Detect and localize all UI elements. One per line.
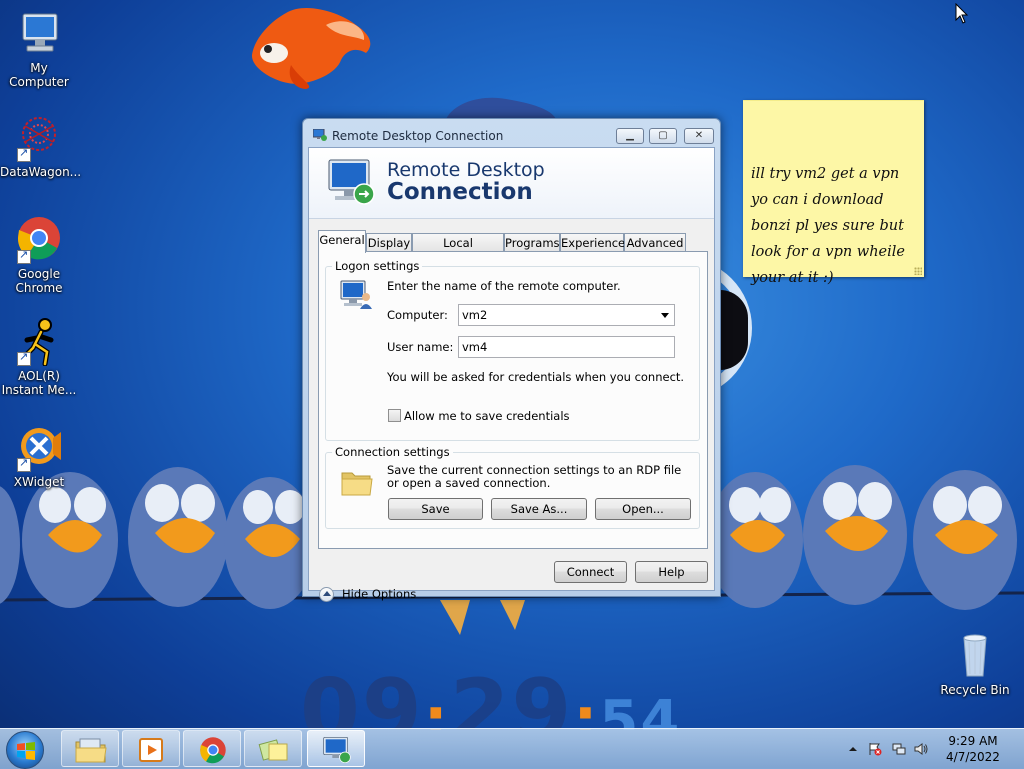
connection-settings-legend: Connection settings (332, 445, 453, 459)
desktop-icon-label: Google Chrome (15, 267, 63, 295)
desktop-icon-label: DataWagon... (0, 165, 82, 179)
show-hidden-icons-arrow-icon[interactable] (846, 742, 860, 756)
rdc-banner: Remote Desktop Connection (309, 148, 714, 219)
taskbar-windows-explorer[interactable] (61, 730, 119, 767)
tab-local-resources[interactable]: Local Resources (412, 233, 504, 268)
minimize-button[interactable]: ▁ (616, 128, 644, 144)
clock-date[interactable]: 4/7/2022 (928, 749, 1018, 765)
desktop-icon-datawagon[interactable]: DataWagon... (0, 114, 82, 179)
remote-desktop-icon (323, 737, 351, 763)
banner-title-line1: Remote Desktop (387, 159, 545, 181)
volume-icon[interactable] (914, 742, 928, 756)
chevron-down-icon[interactable] (661, 313, 669, 318)
shortcut-arrow-icon (17, 248, 31, 264)
save-button[interactable]: Save (388, 498, 483, 520)
desktop-icon-recycle-bin[interactable]: Recycle Bin (936, 632, 1014, 697)
bird-head-decoration (446, 97, 556, 119)
remote-desktop-logo-icon (328, 159, 375, 205)
open-button[interactable]: Open... (595, 498, 691, 520)
collapse-arrow-icon[interactable] (319, 587, 334, 602)
tab-display[interactable]: Display (366, 233, 412, 252)
save-credentials-label[interactable]: Allow me to save credentials (404, 409, 570, 423)
connection-settings-group: Connection settings Save the current con… (325, 445, 700, 529)
wallpaper-clock-colon: : (573, 685, 600, 730)
folder-library-icon (75, 738, 107, 763)
maximize-button[interactable]: ▢ (649, 128, 677, 144)
desktop-icon-google-chrome[interactable]: Google Chrome (0, 216, 78, 295)
action-center-flag-icon[interactable] (868, 742, 882, 756)
credentials-note: You will be asked for credentials when y… (387, 370, 685, 384)
taskbar: 9:29 AM 4/7/2022 (0, 728, 1024, 769)
sticky-notes-icon (258, 739, 288, 761)
taskbar-google-chrome[interactable] (183, 730, 241, 767)
resize-grip-icon[interactable] (914, 267, 922, 275)
help-button[interactable]: Help (635, 561, 708, 583)
shortcut-arrow-icon (17, 350, 31, 366)
computer-instruction: Enter the name of the remote computer. (387, 279, 621, 293)
computer-user-icon (340, 280, 372, 309)
computer-value[interactable]: vm2 (462, 308, 487, 322)
close-button[interactable]: ✕ (684, 128, 714, 144)
connection-description: Save the current connection settings to … (387, 463, 682, 490)
media-player-icon (139, 738, 163, 762)
goldfish-decoration (251, 8, 371, 89)
save-credentials-checkbox[interactable] (388, 409, 401, 422)
mouse-pointer-icon (955, 3, 969, 24)
xwidget-icon (15, 424, 63, 472)
tab-advanced[interactable]: Advanced (624, 233, 686, 252)
aim-running-man-icon (15, 318, 63, 367)
shortcut-arrow-icon (17, 456, 31, 472)
tab-general[interactable]: General (318, 230, 366, 253)
tab-experience[interactable]: Experience (560, 233, 625, 252)
logon-settings-legend: Logon settings (332, 259, 423, 273)
hide-options-label[interactable]: Hide Options (342, 587, 416, 601)
sticky-note-text[interactable]: ill try vm2 get a vpn yo can i download … (751, 166, 905, 286)
general-tab-panel: Logon settings Enter the name of the rem… (318, 251, 708, 549)
sticky-note[interactable]: ill try vm2 get a vpn yo can i download … (743, 100, 924, 286)
username-label: User name: (387, 340, 454, 354)
network-icon[interactable] (892, 742, 906, 756)
desktop-icon-xwidget[interactable]: XWidget (0, 424, 78, 489)
recycle-bin-icon (951, 632, 999, 680)
clock-time[interactable]: 9:29 AM (928, 733, 1018, 749)
wallpaper-clock-colon: : (423, 685, 450, 730)
desktop-icon-label: AOL(R) Instant Me... (1, 369, 77, 397)
start-button[interactable] (6, 731, 44, 769)
taskbar-clock[interactable]: 9:29 AM 4/7/2022 (928, 733, 1018, 765)
wallpaper-clock-seconds: 54 (599, 689, 682, 730)
wallpaper-clock-minutes: 29 (449, 668, 574, 730)
username-value[interactable]: vm4 (462, 340, 487, 354)
window-titlebar[interactable]: Remote Desktop Connection ▁ ▢ ✕ (303, 119, 720, 149)
datawagon-icon (15, 114, 63, 162)
connect-button[interactable]: Connect (554, 561, 627, 583)
taskbar-media-player[interactable] (122, 730, 180, 767)
taskbar-sticky-notes[interactable] (244, 730, 302, 767)
chrome-icon (200, 737, 226, 764)
computer-icon (15, 10, 63, 58)
save-as-button[interactable]: Save As... (491, 498, 587, 520)
desktop-icon-label: Recycle Bin (940, 683, 1010, 697)
chrome-icon (15, 216, 63, 264)
desktop-icon-my-computer[interactable]: My Computer (0, 10, 78, 89)
folder-icon (341, 472, 373, 496)
desktop-icon-label: XWidget (13, 475, 65, 489)
desktop-icon-aol-instant-messenger[interactable]: AOL(R) Instant Me... (0, 318, 78, 397)
window-title: Remote Desktop Connection (332, 129, 504, 143)
computer-combobox[interactable]: vm2 (458, 304, 675, 326)
wallpaper-clock-hours: 09 (300, 668, 424, 730)
windows-logo-icon (17, 742, 35, 760)
remote-desktop-connection-window[interactable]: Remote Desktop Connection ▁ ▢ ✕ Remote D… (302, 118, 721, 602)
tab-programs[interactable]: Programs (504, 233, 560, 252)
username-field[interactable]: vm4 (458, 336, 675, 358)
shortcut-arrow-icon (17, 146, 31, 162)
banner-title-line2: Connection (387, 179, 533, 205)
desktop-icon-label: My Computer (9, 61, 69, 89)
computer-label: Computer: (387, 308, 448, 322)
logon-settings-group: Logon settings Enter the name of the rem… (325, 259, 700, 441)
taskbar-remote-desktop-connection[interactable] (307, 730, 365, 767)
window-client-area: Remote Desktop Connection General Displa… (308, 147, 715, 602)
remote-desktop-icon (313, 129, 327, 141)
wallpaper-clock: 09:29:54 (300, 668, 681, 730)
